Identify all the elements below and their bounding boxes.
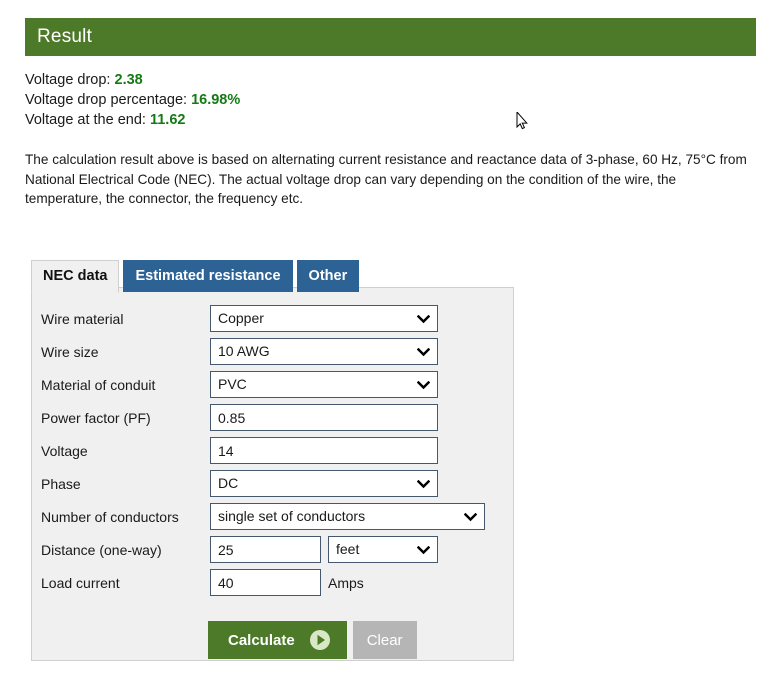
label-material-of-conduit: Material of conduit: [41, 376, 156, 393]
calculation-note: The calculation result above is based on…: [25, 152, 747, 206]
row-voltage: Voltage: [32, 434, 513, 467]
label-power-factor: Power factor (PF): [41, 409, 151, 426]
result-label-voltage-drop-percentage: Voltage drop percentage:: [25, 92, 192, 108]
row-phase: Phase DC: [32, 467, 513, 500]
row-wire-size: Wire size 10 AWG: [32, 335, 513, 368]
chevron-down-icon: [417, 306, 430, 331]
select-number-of-conductors[interactable]: single set of conductors: [210, 503, 485, 530]
chevron-down-icon: [417, 339, 430, 364]
page-title: Result: [37, 26, 93, 47]
chevron-down-icon: [464, 504, 477, 529]
clear-button-label: Clear: [366, 631, 403, 649]
label-wire-size: Wire size: [41, 343, 99, 360]
select-wire-size[interactable]: 10 AWG: [210, 338, 438, 365]
calculate-button-label: Calculate: [228, 631, 295, 649]
select-number-of-conductors-value: single set of conductors: [218, 508, 366, 524]
nec-data-panel: Wire material Copper Wire size 10 AWG Ma…: [31, 287, 514, 661]
tab-other[interactable]: Other: [296, 260, 360, 292]
input-distance[interactable]: [210, 536, 321, 563]
tab-bar: NEC data Estimated resistance Other: [31, 259, 363, 293]
select-distance-unit[interactable]: feet: [328, 536, 438, 563]
select-wire-size-value: 10 AWG: [218, 343, 270, 359]
label-voltage: Voltage: [41, 442, 88, 459]
row-wire-material: Wire material Copper: [32, 302, 513, 335]
label-wire-material: Wire material: [41, 310, 124, 327]
button-row: Calculate Clear: [32, 621, 513, 659]
clear-button[interactable]: Clear: [352, 621, 417, 659]
row-load-current: Load current Amps: [32, 566, 513, 599]
label-distance: Distance (one-way): [41, 541, 162, 558]
row-distance: Distance (one-way) feet: [32, 533, 513, 566]
row-power-factor: Power factor (PF): [32, 401, 513, 434]
result-header-bar: Result: [25, 18, 756, 56]
result-line-voltage-drop: Voltage drop: 2.38: [25, 70, 240, 90]
input-load-current[interactable]: [210, 569, 321, 596]
chevron-down-icon: [417, 537, 430, 562]
select-phase[interactable]: DC: [210, 470, 438, 497]
tab-other-label: Other: [308, 268, 348, 284]
row-material-of-conduit: Material of conduit PVC: [32, 368, 513, 401]
label-phase: Phase: [41, 475, 81, 492]
result-label-voltage-at-end: Voltage at the end:: [25, 112, 150, 128]
result-value-voltage-drop: 2.38: [114, 72, 143, 88]
select-wire-material[interactable]: Copper: [210, 305, 438, 332]
select-phase-value: DC: [218, 475, 239, 491]
calculate-button[interactable]: Calculate: [208, 621, 347, 659]
result-values: Voltage drop: 2.38 Voltage drop percenta…: [25, 70, 240, 130]
label-load-current: Load current: [41, 574, 120, 591]
result-value-voltage-drop-percentage: 16.98%: [191, 92, 241, 108]
tab-estimated-resistance[interactable]: Estimated resistance: [123, 260, 293, 292]
chevron-down-icon: [417, 471, 430, 496]
row-number-of-conductors: Number of conductors single set of condu…: [32, 500, 513, 533]
result-line-voltage-drop-percentage: Voltage drop percentage: 16.98%: [25, 90, 240, 110]
page-root: Result Voltage drop: 2.38 Voltage drop p…: [0, 0, 770, 674]
result-label-voltage-drop: Voltage drop:: [25, 72, 115, 88]
tab-nec-data[interactable]: NEC data: [31, 260, 120, 293]
label-number-of-conductors: Number of conductors: [41, 508, 179, 525]
input-voltage[interactable]: [210, 437, 438, 464]
chevron-down-icon: [417, 372, 430, 397]
select-material-of-conduit-value: PVC: [218, 376, 247, 392]
unit-load-current: Amps: [328, 574, 364, 591]
tab-nec-data-label: NEC data: [43, 268, 108, 284]
mouse-cursor-icon: [516, 110, 530, 132]
input-power-factor[interactable]: [210, 404, 438, 431]
select-distance-unit-value: feet: [336, 541, 360, 557]
tab-estimated-resistance-label: Estimated resistance: [135, 268, 281, 284]
result-line-voltage-at-end: Voltage at the end: 11.62: [25, 110, 240, 130]
play-circle-icon: [309, 629, 331, 651]
result-value-voltage-at-end: 11.62: [149, 112, 186, 128]
select-wire-material-value: Copper: [218, 310, 264, 326]
select-material-of-conduit[interactable]: PVC: [210, 371, 438, 398]
